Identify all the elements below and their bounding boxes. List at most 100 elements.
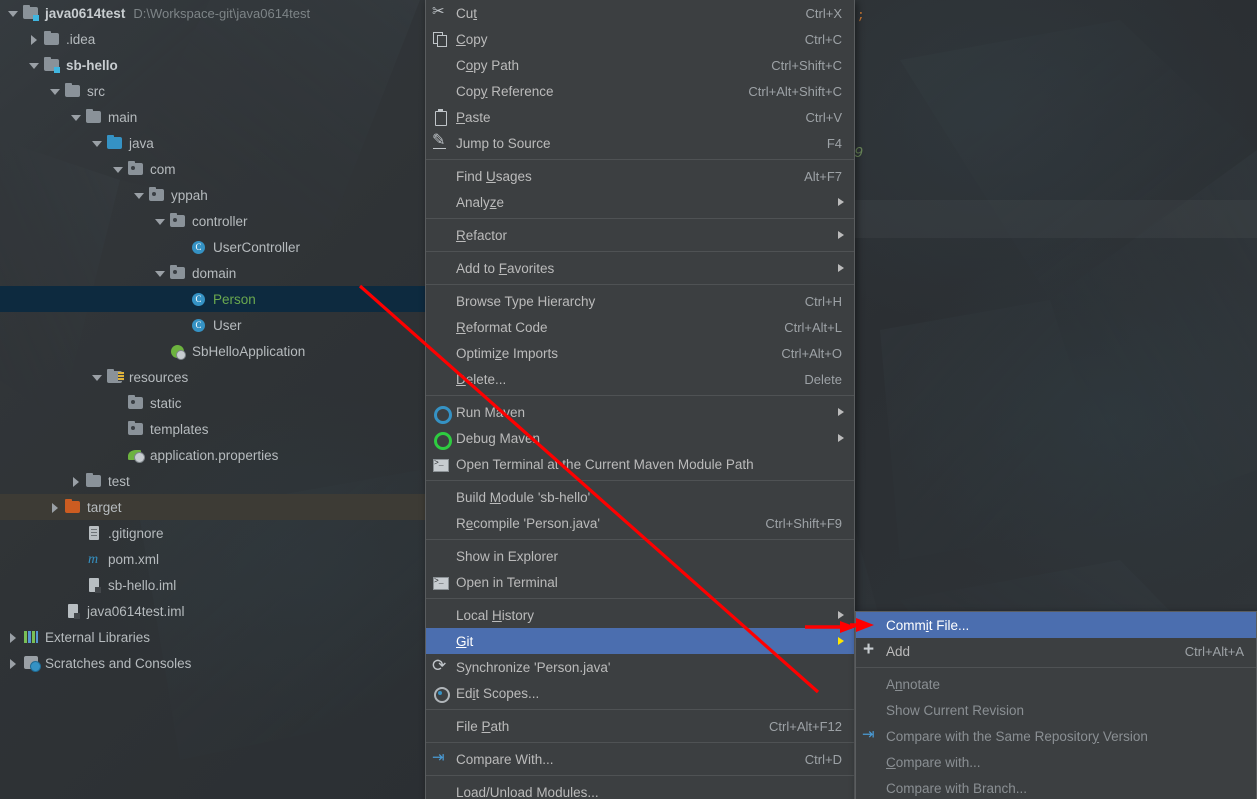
no-icon <box>432 371 448 387</box>
tree-node-idea[interactable]: .idea <box>0 26 425 52</box>
menu-item-optimize-imports[interactable]: Optimize Imports Ctrl+Alt+O <box>426 340 854 366</box>
menu-item-open-in-terminal[interactable]: Open in Terminal <box>426 569 854 595</box>
menu-item-run-maven[interactable]: Run Maven <box>426 399 854 425</box>
tree-node-src[interactable]: src <box>0 78 425 104</box>
chevron-down-icon[interactable] <box>8 8 19 19</box>
menu-separator <box>426 742 854 743</box>
menu-item-shortcut: Ctrl+Alt+O <box>781 345 842 361</box>
tree-node-sb-hello[interactable]: sb-hello <box>0 52 425 78</box>
tree-node-resources[interactable]: resources <box>0 364 425 390</box>
chevron-right-icon[interactable] <box>71 476 82 487</box>
menu-item-refactor[interactable]: Refactor <box>426 222 854 248</box>
menu-item-local-history[interactable]: Local History <box>426 602 854 628</box>
tree-node-person[interactable]: C Person <box>0 286 425 312</box>
tree-node-controller[interactable]: controller <box>0 208 425 234</box>
no-icon <box>432 168 448 184</box>
tree-node-sb-hello-iml[interactable]: sb-hello.iml <box>0 572 425 598</box>
chevron-right-icon[interactable] <box>8 632 19 643</box>
menu-item-edit-scopes[interactable]: Edit Scopes... <box>426 680 854 706</box>
tree-node-label: .gitignore <box>108 525 164 541</box>
menu-item-copy-reference[interactable]: Copy Reference Ctrl+Alt+Shift+C <box>426 78 854 104</box>
chevron-right-icon[interactable] <box>8 658 19 669</box>
tree-node-main[interactable]: main <box>0 104 425 130</box>
menu-item-git[interactable]: Git <box>426 628 854 654</box>
menu-item-compare-with[interactable]: Compare With... Ctrl+D <box>426 746 854 772</box>
menu-item-recompile-person-java[interactable]: Recompile 'Person.java' Ctrl+Shift+F9 <box>426 510 854 536</box>
tree-node-com[interactable]: com <box>0 156 425 182</box>
menu-item-cut[interactable]: Cut Ctrl+X <box>426 0 854 26</box>
menu-item-analyze[interactable]: Analyze <box>426 189 854 215</box>
tree-node-gitignore[interactable]: .gitignore <box>0 520 425 546</box>
menu-item-label: Edit Scopes... <box>456 685 540 701</box>
tree-node-label: main <box>108 109 138 125</box>
menu-item-compare-with-branch: Compare with Branch... <box>856 775 1256 799</box>
package-icon <box>170 212 187 229</box>
chevron-right-icon[interactable] <box>50 502 61 513</box>
tree-node-label: Person <box>213 291 256 307</box>
menu-item-paste[interactable]: Paste Ctrl+V <box>426 104 854 130</box>
menu-item-add-to-favorites[interactable]: Add to Favorites <box>426 255 854 281</box>
menu-item-label: Commit File... <box>886 617 970 633</box>
menu-item-debug-maven[interactable]: Debug Maven <box>426 425 854 451</box>
tree-node-sbhelloapplication[interactable]: SbHelloApplication <box>0 338 425 364</box>
menu-item-synchronize-person-java[interactable]: Synchronize 'Person.java' <box>426 654 854 680</box>
menu-item-build-module-sb-hello[interactable]: Build Module 'sb-hello' <box>426 484 854 510</box>
chevron-down-icon[interactable] <box>50 86 61 97</box>
tree-node-pom-xml[interactable]: m pom.xml <box>0 546 425 572</box>
chevron-down-icon[interactable] <box>155 216 166 227</box>
menu-separator <box>856 667 1256 668</box>
menu-item-file-path[interactable]: File Path Ctrl+Alt+F12 <box>426 713 854 739</box>
menu-item-shortcut: Ctrl+Shift+F9 <box>765 515 842 531</box>
tree-node-label: application.properties <box>150 447 279 463</box>
menu-item-browse-type-hierarchy[interactable]: Browse Type Hierarchy Ctrl+H <box>426 288 854 314</box>
tree-node-templates[interactable]: templates <box>0 416 425 442</box>
tree-node-test[interactable]: test <box>0 468 425 494</box>
chevron-right-icon <box>838 231 844 239</box>
chevron-down-icon[interactable] <box>134 190 145 201</box>
menu-item-label: Reformat Code <box>456 319 548 335</box>
menu-item-jump-to-source[interactable]: Jump to Source F4 <box>426 130 854 156</box>
tree-node-scratches-and-consoles[interactable]: Scratches and Consoles <box>0 650 425 676</box>
menu-item-load-unload-modules[interactable]: Load/Unload Modules... <box>426 779 854 799</box>
tree-node-java0614test-iml[interactable]: java0614test.iml <box>0 598 425 624</box>
tree-node-static[interactable]: static <box>0 390 425 416</box>
project-tool-window[interactable]: java0614test D:\Workspace-git\java0614tes… <box>0 0 425 799</box>
menu-item-find-usages[interactable]: Find Usages Alt+F7 <box>426 163 854 189</box>
menu-item-delete[interactable]: Delete... Delete <box>426 366 854 392</box>
chevron-right-icon[interactable] <box>29 34 40 45</box>
menu-item-open-terminal-at-the-current-maven-module-path[interactable]: Open Terminal at the Current Maven Modul… <box>426 451 854 477</box>
menu-item-copy[interactable]: Copy Ctrl+C <box>426 26 854 52</box>
menu-item-reformat-code[interactable]: Reformat Code Ctrl+Alt+L <box>426 314 854 340</box>
git-submenu[interactable]: Commit File... Add Ctrl+Alt+A Annotate Show … <box>855 611 1257 799</box>
menu-item-show-in-explorer[interactable]: Show in Explorer <box>426 543 854 569</box>
tree-node-target[interactable]: target <box>0 494 425 520</box>
no-icon <box>862 754 878 770</box>
file-context-menu[interactable]: Cut Ctrl+X Copy Ctrl+C Copy Path Ctrl+Shift+C… <box>425 0 855 799</box>
menu-item-label: Compare with... <box>886 754 981 770</box>
chevron-down-icon[interactable] <box>113 164 124 175</box>
menu-item-copy-path[interactable]: Copy Path Ctrl+Shift+C <box>426 52 854 78</box>
tree-node-application-properties[interactable]: application.properties <box>0 442 425 468</box>
tree-node-label: src <box>87 83 105 99</box>
menu-item-label: Copy <box>456 31 488 47</box>
menu-item-label: Open Terminal at the Current Maven Modul… <box>456 456 754 472</box>
no-toggle <box>113 424 124 435</box>
chevron-down-icon[interactable] <box>29 60 40 71</box>
tree-node-yppah[interactable]: yppah <box>0 182 425 208</box>
tree-node-external-libraries[interactable]: External Libraries <box>0 624 425 650</box>
menu-item-add[interactable]: Add Ctrl+Alt+A <box>856 638 1256 664</box>
tree-node-java[interactable]: java <box>0 130 425 156</box>
chevron-down-icon[interactable] <box>92 372 103 383</box>
tree-node-usercontroller[interactable]: C UserController <box>0 234 425 260</box>
folder-icon <box>44 30 61 47</box>
chevron-down-icon[interactable] <box>71 112 82 123</box>
chevron-down-icon[interactable] <box>155 268 166 279</box>
tree-node-java0614test[interactable]: java0614test D:\Workspace-git\java0614tes… <box>0 0 425 26</box>
menu-item-commit-file[interactable]: Commit File... <box>856 612 1256 638</box>
no-icon <box>432 489 448 505</box>
chevron-down-icon[interactable] <box>92 138 103 149</box>
tree-node-user[interactable]: C User <box>0 312 425 338</box>
excluded-folder-icon <box>65 498 82 515</box>
no-icon <box>432 607 448 623</box>
tree-node-domain[interactable]: domain <box>0 260 425 286</box>
